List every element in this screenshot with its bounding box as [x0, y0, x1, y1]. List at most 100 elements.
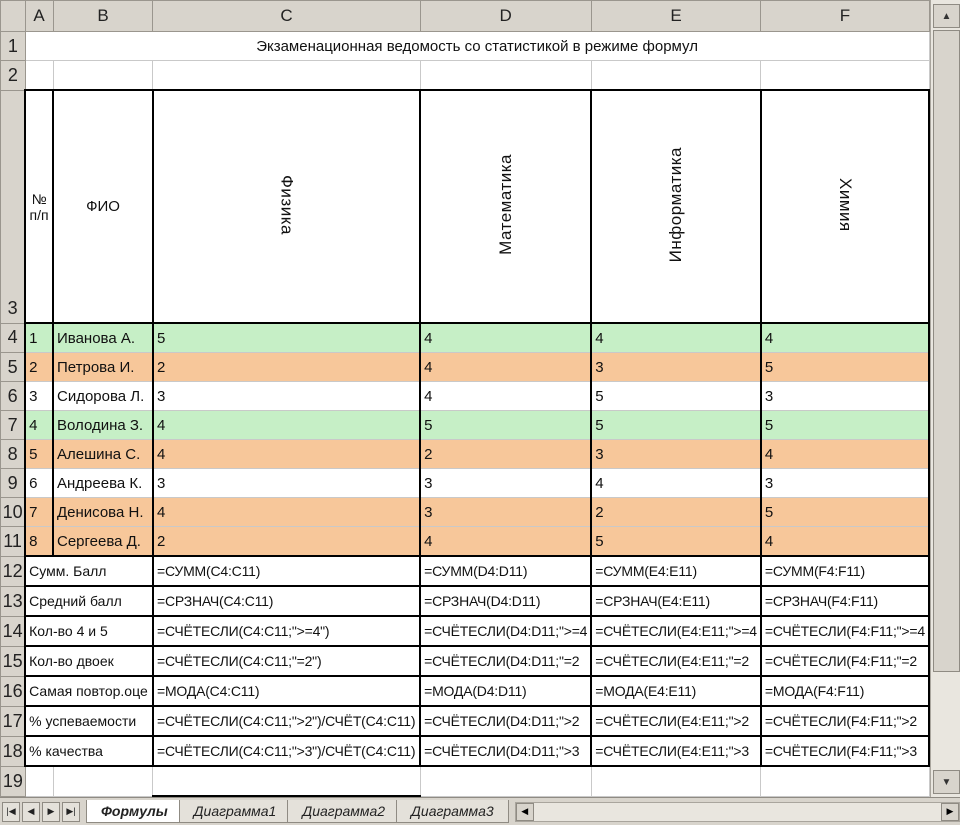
- column-header-d[interactable]: D: [419, 0, 592, 32]
- row-header[interactable]: 10: [0, 497, 26, 527]
- column-header-a[interactable]: A: [24, 0, 54, 32]
- prev-sheet-icon[interactable]: ◀: [22, 801, 40, 822]
- formula-cell[interactable]: =МОДА(F4:F11): [759, 675, 930, 707]
- scroll-down-arrow-icon[interactable]: ▼: [933, 770, 960, 794]
- scroll-thumb[interactable]: [933, 30, 960, 672]
- statistic-label[interactable]: Кол-во двоек: [24, 645, 154, 677]
- row-header[interactable]: 7: [0, 410, 26, 440]
- formula-cell[interactable]: =СЧЁТЕСЛИ(E4:E11;"=2: [590, 645, 762, 677]
- grade-cell[interactable]: 4: [151, 497, 421, 527]
- cell[interactable]: [590, 60, 762, 91]
- student-number[interactable]: 8: [24, 526, 54, 557]
- sheet-tab-chart1[interactable]: Диаграмма1: [178, 800, 292, 823]
- grade-cell[interactable]: 4: [759, 526, 930, 557]
- first-sheet-icon[interactable]: |◀: [2, 801, 20, 822]
- name-header[interactable]: ФИО: [52, 89, 154, 324]
- formula-cell[interactable]: =СЧЁТЕСЛИ(C4:C11;">3")/СЧЁТ(C4:C11): [151, 735, 421, 767]
- student-name[interactable]: Алешина С.: [52, 439, 154, 469]
- subject-header-chemistry[interactable]: Химия: [759, 89, 930, 324]
- subject-header-math[interactable]: Математика: [419, 89, 593, 324]
- formula-cell[interactable]: =СЧЁТЕСЛИ(F4:F11;">=4: [759, 615, 930, 647]
- column-header-c[interactable]: C: [152, 0, 421, 32]
- formula-cell[interactable]: =СУММ(D4:D11): [419, 555, 592, 587]
- column-header-e[interactable]: E: [590, 0, 762, 32]
- grade-cell[interactable]: 5: [590, 410, 762, 440]
- formula-cell[interactable]: =СЧЁТЕСЛИ(D4:D11;">3: [419, 735, 592, 767]
- vertical-scrollbar[interactable]: ▲ ▼: [930, 0, 960, 797]
- row-header[interactable]: 8: [0, 439, 26, 469]
- subject-header-physics[interactable]: Физика: [151, 89, 422, 324]
- last-sheet-icon[interactable]: ▶|: [62, 801, 80, 822]
- formula-cell[interactable]: =МОДА(C4:C11): [151, 675, 421, 707]
- cell[interactable]: [152, 60, 421, 91]
- grade-cell[interactable]: 3: [759, 468, 930, 498]
- grade-cell[interactable]: 3: [419, 497, 592, 527]
- row-header[interactable]: 18: [0, 735, 26, 767]
- grade-cell[interactable]: 4: [590, 468, 762, 498]
- next-sheet-icon[interactable]: ▶: [42, 801, 60, 822]
- cell[interactable]: [590, 765, 762, 797]
- formula-cell[interactable]: =СУММ(C4:C11): [151, 555, 421, 587]
- grade-cell[interactable]: 2: [419, 439, 592, 469]
- formula-cell[interactable]: =СЧЁТЕСЛИ(E4:E11;">3: [590, 735, 762, 767]
- grade-cell[interactable]: 2: [151, 526, 421, 557]
- row-header[interactable]: 6: [0, 381, 26, 411]
- formula-cell[interactable]: =СЧЁТЕСЛИ(F4:F11;"=2: [759, 645, 930, 677]
- row-header[interactable]: 12: [0, 555, 26, 587]
- statistic-label[interactable]: Сумм. Балл: [24, 555, 154, 587]
- student-number[interactable]: 1: [24, 322, 54, 353]
- grade-cell[interactable]: 4: [419, 352, 592, 382]
- formula-cell[interactable]: =СРЗНАЧ(F4:F11): [759, 585, 930, 617]
- formula-cell[interactable]: =СЧЁТЕСЛИ(E4:E11;">=4: [590, 615, 762, 647]
- formula-cell[interactable]: =СЧЁТЕСЛИ(F4:F11;">3: [759, 735, 930, 767]
- student-number[interactable]: 3: [24, 381, 54, 411]
- row-header[interactable]: 4: [0, 322, 26, 353]
- row-header-1[interactable]: 1: [0, 31, 26, 61]
- student-name[interactable]: Иванова А.: [52, 322, 154, 353]
- grade-cell[interactable]: 3: [419, 468, 592, 498]
- statistic-label[interactable]: Кол-во 4 и 5: [24, 615, 154, 647]
- grade-cell[interactable]: 4: [419, 322, 592, 353]
- row-header[interactable]: 15: [0, 645, 26, 677]
- student-number[interactable]: 2: [24, 352, 54, 382]
- student-number[interactable]: 6: [24, 468, 54, 498]
- horizontal-scrollbar[interactable]: ◀ ▶: [514, 801, 960, 822]
- formula-cell[interactable]: =СЧЁТЕСЛИ(D4:D11;"=2: [419, 645, 592, 677]
- grade-cell[interactable]: 4: [151, 410, 421, 440]
- grade-cell[interactable]: 5: [590, 381, 762, 411]
- student-name[interactable]: Сидорова Л.: [52, 381, 154, 411]
- grade-cell[interactable]: 3: [151, 468, 421, 498]
- spreadsheet-area[interactable]: A B C D E F 1 Экзаменационная ведомость …: [0, 0, 930, 797]
- row-header[interactable]: 9: [0, 468, 26, 498]
- sheet-tab-formulas[interactable]: Формулы: [86, 800, 183, 823]
- formula-cell[interactable]: =СЧЁТЕСЛИ(D4:D11;">2: [419, 705, 592, 737]
- grade-cell[interactable]: 4: [590, 322, 762, 353]
- grade-cell[interactable]: 4: [151, 439, 421, 469]
- row-header-3[interactable]: 3: [0, 89, 26, 324]
- row-header-2[interactable]: 2: [0, 60, 26, 91]
- row-header[interactable]: 5: [0, 352, 26, 382]
- scroll-up-arrow-icon[interactable]: ▲: [933, 4, 960, 28]
- sheet-tab-chart2[interactable]: Диаграмма2: [287, 800, 401, 823]
- student-name[interactable]: Сергеева Д.: [52, 526, 154, 557]
- student-number[interactable]: 5: [24, 439, 54, 469]
- formula-cell[interactable]: =СРЗНАЧ(E4:E11): [590, 585, 762, 617]
- formula-cell[interactable]: =СУММ(F4:F11): [759, 555, 930, 587]
- formula-cell[interactable]: =МОДА(D4:D11): [419, 675, 592, 707]
- grade-cell[interactable]: 4: [419, 381, 592, 411]
- student-name[interactable]: Петрова И.: [52, 352, 154, 382]
- formula-cell[interactable]: =СУММ(E4:E11): [590, 555, 762, 587]
- cell[interactable]: [152, 765, 421, 797]
- cell[interactable]: [24, 60, 54, 91]
- grade-cell[interactable]: 3: [590, 352, 762, 382]
- formula-cell[interactable]: =МОДА(E4:E11): [590, 675, 762, 707]
- sheet-tab-chart3[interactable]: Диаграмма3: [396, 800, 509, 823]
- scroll-left-arrow-icon[interactable]: ◀: [515, 802, 534, 821]
- cell[interactable]: [760, 60, 930, 91]
- cell[interactable]: [52, 60, 154, 91]
- student-name[interactable]: Володина З.: [52, 410, 154, 440]
- formula-cell[interactable]: =СЧЁТЕСЛИ(F4:F11;">2: [759, 705, 930, 737]
- select-all-corner[interactable]: [0, 0, 26, 32]
- student-name[interactable]: Андреева К.: [52, 468, 154, 498]
- row-header[interactable]: 13: [0, 585, 26, 617]
